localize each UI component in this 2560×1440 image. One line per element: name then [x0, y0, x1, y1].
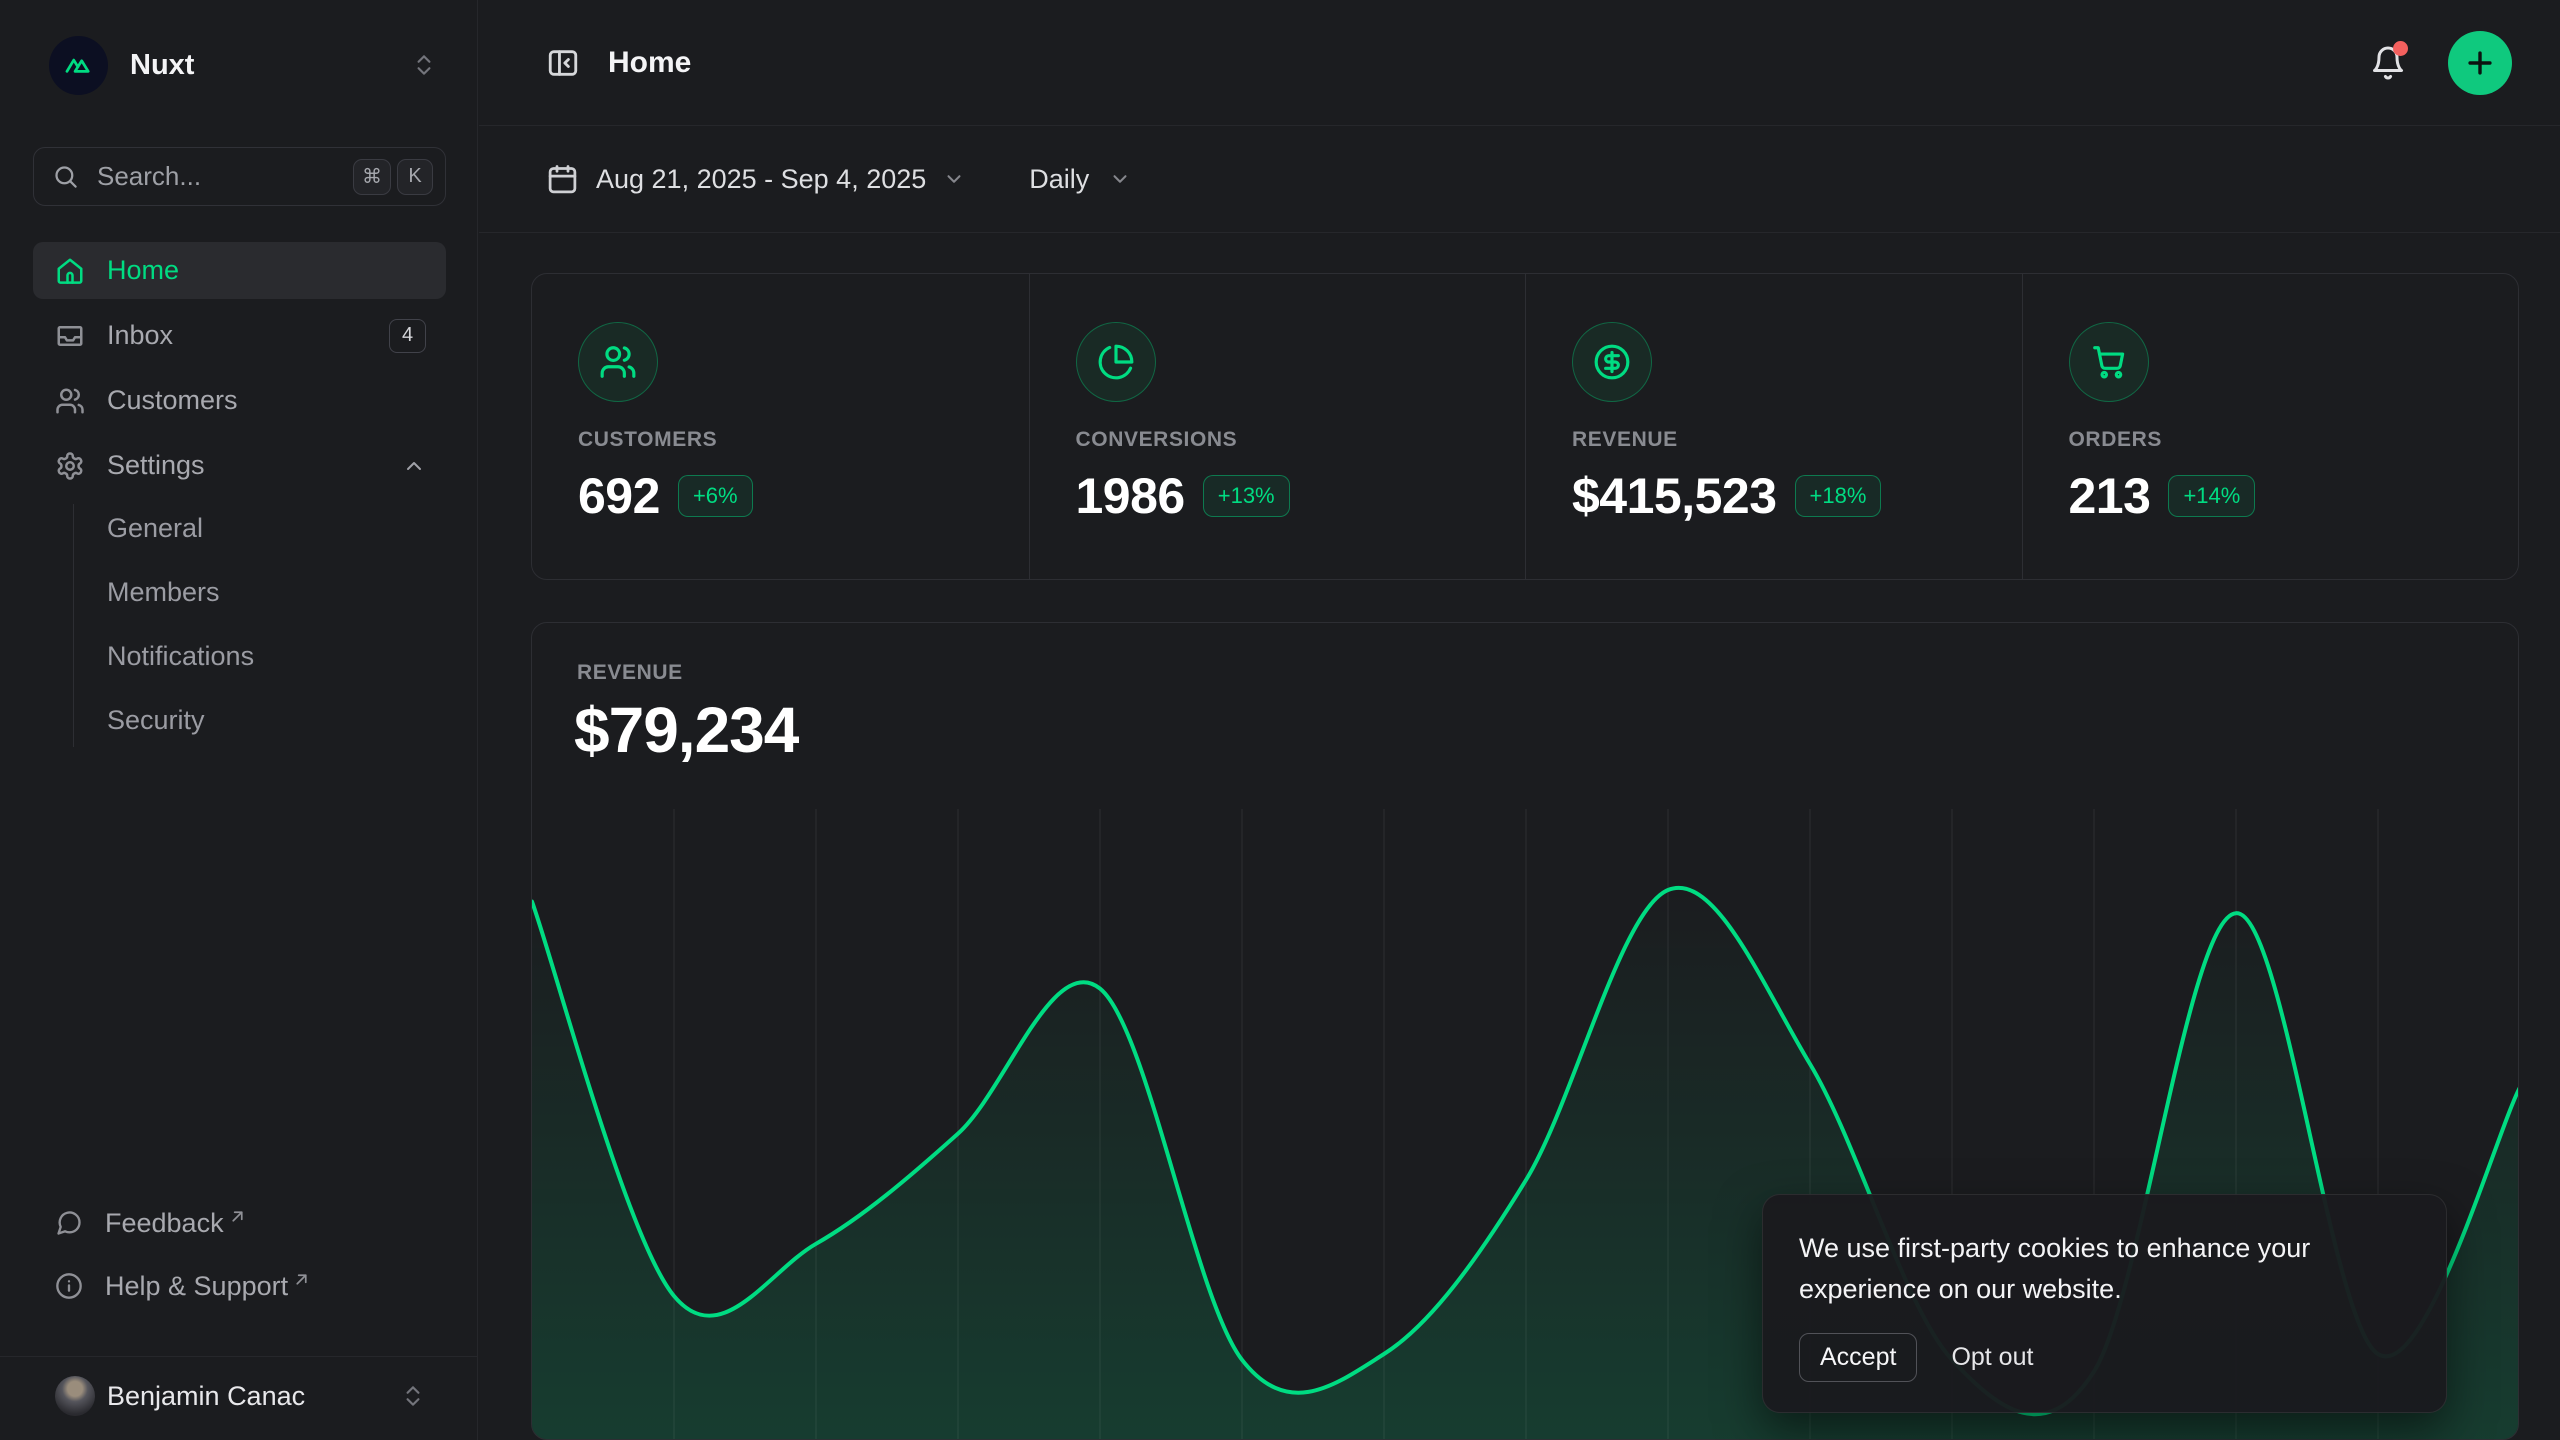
notifications-button[interactable]: [2366, 41, 2410, 85]
sidebar-item-members[interactable]: Members: [107, 564, 446, 620]
chevron-up-down-icon: [400, 1383, 426, 1409]
sidebar-item-label: Home: [107, 255, 179, 286]
calendar-icon: [546, 163, 579, 196]
cookie-message: We use first-party cookies to enhance yo…: [1799, 1228, 2410, 1310]
sidebar-item-label: Inbox: [107, 320, 173, 351]
sidebar-item-inbox[interactable]: Inbox 4: [33, 307, 446, 364]
stat-value: 213: [2069, 467, 2151, 525]
notification-dot: [2393, 41, 2408, 56]
stat-orders: ORDERS 213 +14%: [2022, 274, 2519, 579]
stat-value: 1986: [1076, 467, 1185, 525]
pie-chart-icon: [1076, 322, 1156, 402]
feedback-label: Feedback: [105, 1208, 224, 1239]
subnav-guide-line: [73, 504, 74, 747]
search-input[interactable]: [95, 160, 347, 193]
dollar-circle-icon: [1572, 322, 1652, 402]
sidebar-divider: [0, 1356, 478, 1357]
help-support-label: Help & Support: [105, 1271, 288, 1302]
date-range-picker[interactable]: Aug 21, 2025 - Sep 4, 2025: [546, 163, 965, 196]
chat-bubble-icon: [55, 1209, 83, 1237]
kbd-k: K: [397, 159, 433, 195]
stat-value: $415,523: [1572, 467, 1777, 525]
sidebar-item-general[interactable]: General: [107, 500, 446, 556]
revenue-chart-label: REVENUE: [577, 661, 683, 685]
stat-customers: CUSTOMERS 692 +6%: [532, 274, 1029, 579]
sidebar-item-label: Settings: [107, 450, 205, 481]
date-range-value: Aug 21, 2025 - Sep 4, 2025: [596, 164, 926, 195]
stat-delta-badge: +13%: [1203, 475, 1290, 517]
external-link-icon: [229, 1208, 246, 1225]
chevron-down-icon: [1109, 168, 1131, 190]
stat-label: CUSTOMERS: [578, 428, 1029, 452]
stat-conversions: CONVERSIONS 1986 +13%: [1029, 274, 1526, 579]
users-icon: [578, 322, 658, 402]
external-link-icon: [293, 1271, 310, 1288]
chevron-down-icon: [943, 168, 965, 190]
user-menu-button[interactable]: Benjamin Canac: [33, 1366, 446, 1426]
stats-card: CUSTOMERS 692 +6% CONVERSIONS 1986 +13% …: [531, 273, 2519, 580]
stat-label: ORDERS: [2069, 428, 2519, 452]
inbox-count-badge: 4: [389, 319, 426, 353]
help-support-link[interactable]: Help & Support: [33, 1261, 446, 1311]
feedback-link[interactable]: Feedback: [33, 1198, 446, 1248]
chevron-up-icon: [402, 454, 426, 478]
user-name: Benjamin Canac: [107, 1381, 305, 1412]
kbd-meta: ⌘: [353, 159, 391, 195]
page-title: Home: [608, 46, 691, 80]
workspace-name: Nuxt: [130, 49, 194, 82]
filters-toolbar: Aug 21, 2025 - Sep 4, 2025 Daily: [479, 126, 2560, 233]
chevron-up-down-icon: [411, 52, 437, 78]
sidebar-item-settings[interactable]: Settings: [33, 437, 446, 494]
sidebar-item-notifications[interactable]: Notifications: [107, 628, 446, 684]
add-button[interactable]: [2448, 31, 2512, 95]
workspace-selector[interactable]: Nuxt: [49, 35, 437, 95]
cookie-banner: We use first-party cookies to enhance yo…: [1762, 1194, 2447, 1413]
shopping-cart-icon: [2069, 322, 2149, 402]
home-icon: [55, 256, 85, 286]
opt-out-button[interactable]: Opt out: [1951, 1343, 2033, 1372]
search-icon: [52, 163, 79, 190]
sidebar-item-label: Customers: [107, 385, 238, 416]
sidebar-item-security[interactable]: Security: [107, 692, 446, 748]
granularity-select[interactable]: Daily: [1029, 164, 1131, 195]
sidebar-footer: Feedback Help & Support: [33, 1198, 446, 1324]
granularity-value: Daily: [1029, 164, 1089, 195]
inbox-icon: [55, 321, 85, 351]
users-icon: [55, 386, 85, 416]
sidebar-item-customers[interactable]: Customers: [33, 372, 446, 429]
revenue-chart-total: $79,234: [574, 693, 798, 767]
stat-value: 692: [578, 467, 660, 525]
page-header: Home: [479, 0, 2560, 126]
accept-button[interactable]: Accept: [1799, 1333, 1917, 1382]
stat-delta-badge: +14%: [2168, 475, 2255, 517]
sidebar-item-home[interactable]: Home: [33, 242, 446, 299]
sidebar: Nuxt ⌘ K Home: [0, 0, 478, 1440]
settings-subnav: General Members Notifications Security: [107, 500, 446, 756]
gear-icon: [55, 451, 85, 481]
plus-icon: [2463, 46, 2497, 80]
stat-delta-badge: +18%: [1795, 475, 1882, 517]
search-input-wrapper[interactable]: ⌘ K: [33, 147, 446, 206]
stat-label: REVENUE: [1572, 428, 2022, 452]
sidebar-nav: Home Inbox 4 Customers: [33, 242, 446, 502]
nuxt-logo-icon: [49, 36, 108, 95]
stat-delta-badge: +6%: [678, 475, 753, 517]
stat-label: CONVERSIONS: [1076, 428, 1526, 452]
stat-revenue: REVENUE $415,523 +18%: [1525, 274, 2022, 579]
avatar: [55, 1376, 95, 1416]
info-icon: [55, 1272, 83, 1300]
collapse-sidebar-icon[interactable]: [546, 46, 580, 80]
